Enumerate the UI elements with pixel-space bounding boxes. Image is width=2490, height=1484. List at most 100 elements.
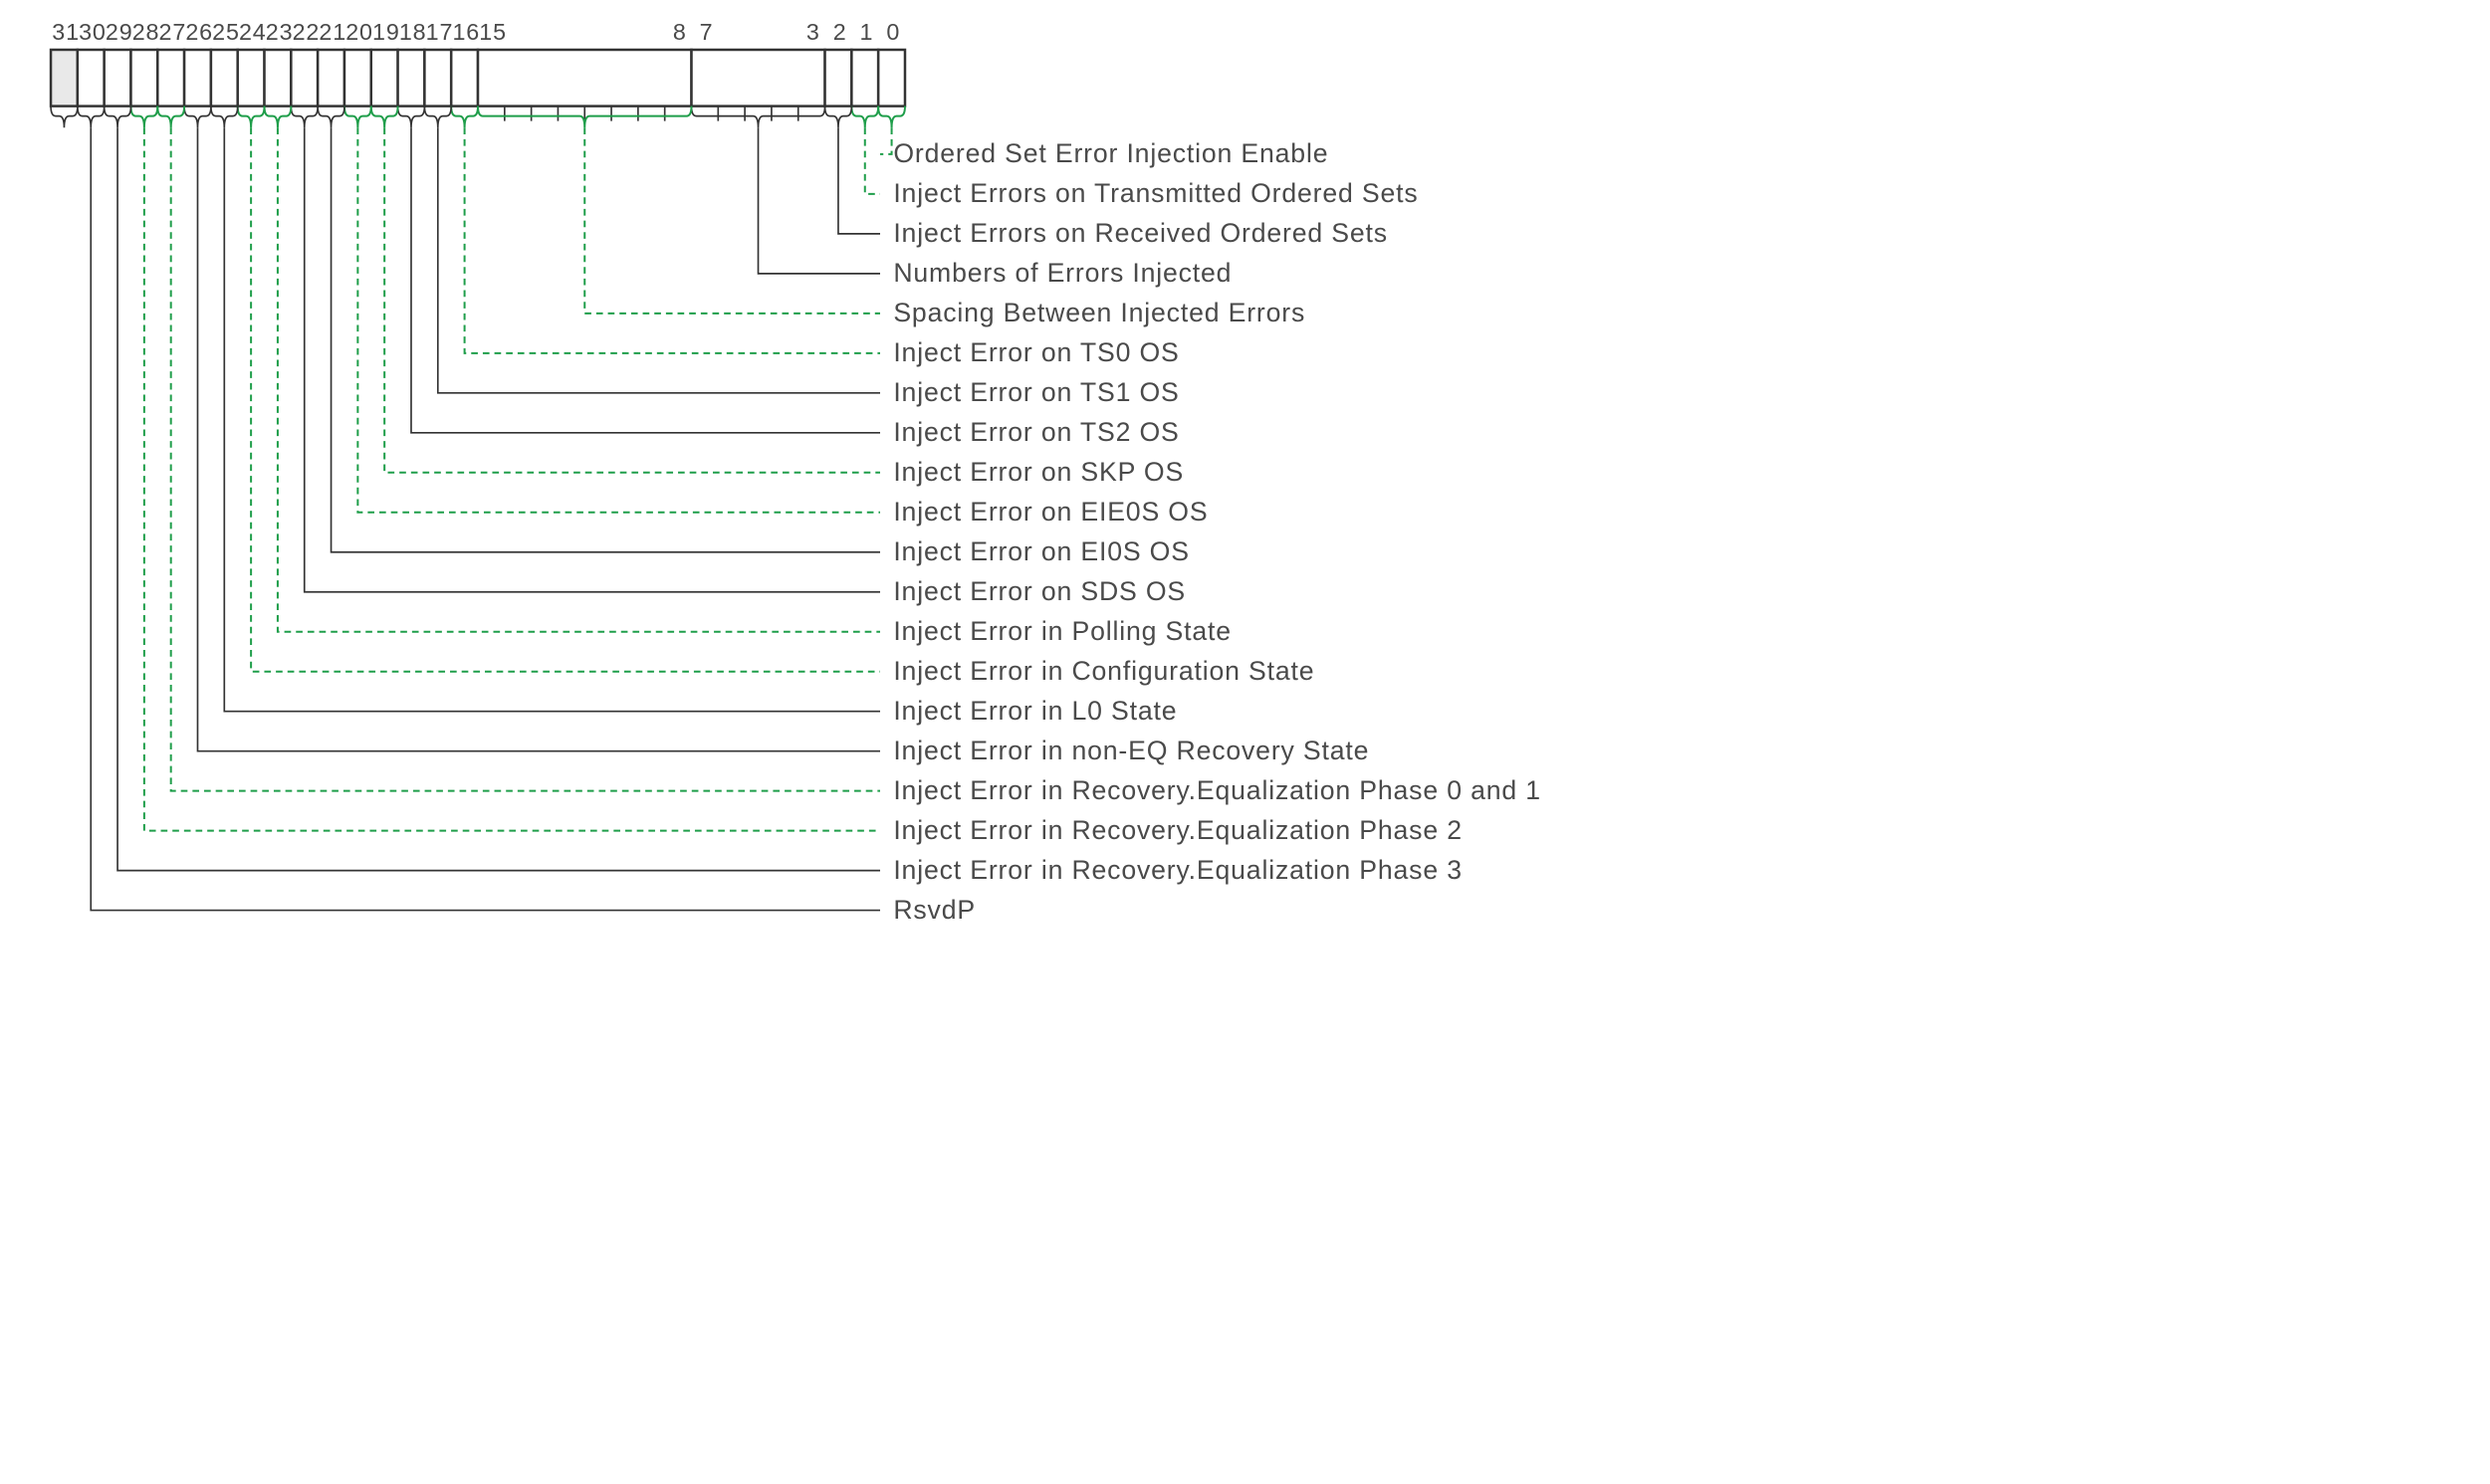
- bit-label-0: 0: [886, 19, 900, 45]
- brace: [691, 106, 824, 128]
- field-label: Inject Error on TS0 OS: [893, 337, 1179, 367]
- brace: [130, 106, 157, 128]
- connector-bit-30: [91, 127, 880, 910]
- field-label: Inject Error in Recovery.Equalization Ph…: [893, 855, 1463, 885]
- field-label: Inject Error in non-EQ Recovery State: [893, 736, 1369, 765]
- brace: [371, 106, 398, 128]
- bit-label-22: 22: [293, 19, 321, 45]
- register-cell-15-8: [478, 50, 691, 106]
- bit-label-20: 20: [345, 19, 373, 45]
- bit-label-2: 2: [833, 19, 847, 45]
- brace: [291, 106, 318, 128]
- bit-label-30: 30: [79, 19, 107, 45]
- bit-label-8: 8: [673, 19, 687, 45]
- bit-label-25: 25: [212, 19, 240, 45]
- field-label: Inject Error in Recovery.Equalization Ph…: [893, 775, 1541, 805]
- register-cell-21-21: [318, 50, 344, 106]
- connector-bit-0: [880, 127, 892, 154]
- bit-label-17: 17: [426, 19, 454, 45]
- field-label: Inject Error on SKP OS: [893, 457, 1184, 487]
- register-cell-17-17: [424, 50, 451, 106]
- bit-label-15: 15: [479, 19, 507, 45]
- register-cell-2-2: [825, 50, 852, 106]
- brace: [424, 106, 451, 128]
- connector-bit-20: [357, 127, 880, 512]
- connector-bit-29: [117, 127, 880, 870]
- brace: [211, 106, 238, 128]
- brace: [105, 106, 131, 128]
- connector-bit-26: [197, 127, 880, 750]
- connector-bit-19: [384, 127, 880, 473]
- register-cell-1-1: [851, 50, 878, 106]
- register-cell-26-26: [184, 50, 211, 106]
- field-label: Ordered Set Error Injection Enable: [893, 138, 1328, 168]
- register-cell-7-3: [691, 50, 824, 106]
- register-cell-30-30: [78, 50, 105, 106]
- connector-bit-28: [144, 127, 880, 830]
- brace: [157, 106, 184, 128]
- brace: [78, 106, 105, 128]
- brace: [451, 106, 478, 128]
- bit-label-31: 31: [52, 19, 80, 45]
- connector-bit-1: [865, 127, 880, 194]
- register-cell-24-24: [238, 50, 265, 106]
- connector-bit-15-8: [584, 127, 880, 314]
- brace: [344, 106, 371, 128]
- field-label: Inject Error on SDS OS: [893, 576, 1186, 606]
- brace-rsvd31: [51, 106, 78, 128]
- connector-bit-23: [278, 127, 880, 631]
- bit-label-27: 27: [159, 19, 187, 45]
- brace: [184, 106, 211, 128]
- register-cell-16-16: [451, 50, 478, 106]
- register-cell-25-25: [211, 50, 238, 106]
- field-label: RsvdP: [893, 895, 976, 925]
- field-label: Numbers of Errors Injected: [893, 258, 1232, 288]
- register-cell-31-31: [51, 50, 78, 106]
- field-label: Spacing Between Injected Errors: [893, 298, 1305, 327]
- register-cell-18-18: [398, 50, 425, 106]
- connector-bit-7-3: [759, 127, 880, 274]
- bit-label-7: 7: [700, 19, 714, 45]
- field-label: Inject Error in Configuration State: [893, 656, 1314, 686]
- register-cell-23-23: [265, 50, 292, 106]
- register-cell-29-29: [105, 50, 131, 106]
- field-label: Inject Error on EIE0S OS: [893, 497, 1208, 527]
- brace: [825, 106, 852, 128]
- field-label: Inject Error in Polling State: [893, 616, 1232, 646]
- brace: [398, 106, 425, 128]
- bit-label-21: 21: [319, 19, 346, 45]
- register-cell-27-27: [157, 50, 184, 106]
- field-label: Inject Error in L0 State: [893, 696, 1177, 726]
- bit-label-23: 23: [266, 19, 294, 45]
- connector-bit-2: [838, 127, 880, 234]
- field-label: Inject Errors on Received Ordered Sets: [893, 218, 1388, 248]
- brace: [265, 106, 292, 128]
- bit-label-16: 16: [452, 19, 480, 45]
- connector-bit-24: [251, 127, 880, 671]
- bit-label-24: 24: [239, 19, 267, 45]
- connector-bit-21: [332, 127, 880, 551]
- connector-bit-16: [465, 127, 880, 353]
- bit-label-3: 3: [806, 19, 820, 45]
- field-label: Inject Errors on Transmitted Ordered Set…: [893, 178, 1418, 208]
- connector-bit-22: [305, 127, 880, 591]
- register-cell-19-19: [371, 50, 398, 106]
- bit-label-19: 19: [372, 19, 400, 45]
- connector-bit-25: [224, 127, 880, 711]
- field-label: Inject Error in Recovery.Equalization Ph…: [893, 815, 1463, 845]
- bit-label-1: 1: [860, 19, 874, 45]
- bit-label-26: 26: [185, 19, 213, 45]
- register-bitfield-diagram: 3130292827262524232221201918171615873210…: [0, 0, 2490, 1484]
- brace: [851, 106, 878, 128]
- brace: [878, 106, 905, 128]
- register-cell-28-28: [130, 50, 157, 106]
- bit-label-28: 28: [132, 19, 160, 45]
- brace: [318, 106, 344, 128]
- field-label: Inject Error on EI0S OS: [893, 536, 1190, 566]
- field-label: Inject Error on TS1 OS: [893, 377, 1179, 407]
- bit-label-29: 29: [106, 19, 133, 45]
- bit-label-18: 18: [399, 19, 427, 45]
- brace: [238, 106, 265, 128]
- field-label: Inject Error on TS2 OS: [893, 417, 1179, 447]
- register-cell-20-20: [344, 50, 371, 106]
